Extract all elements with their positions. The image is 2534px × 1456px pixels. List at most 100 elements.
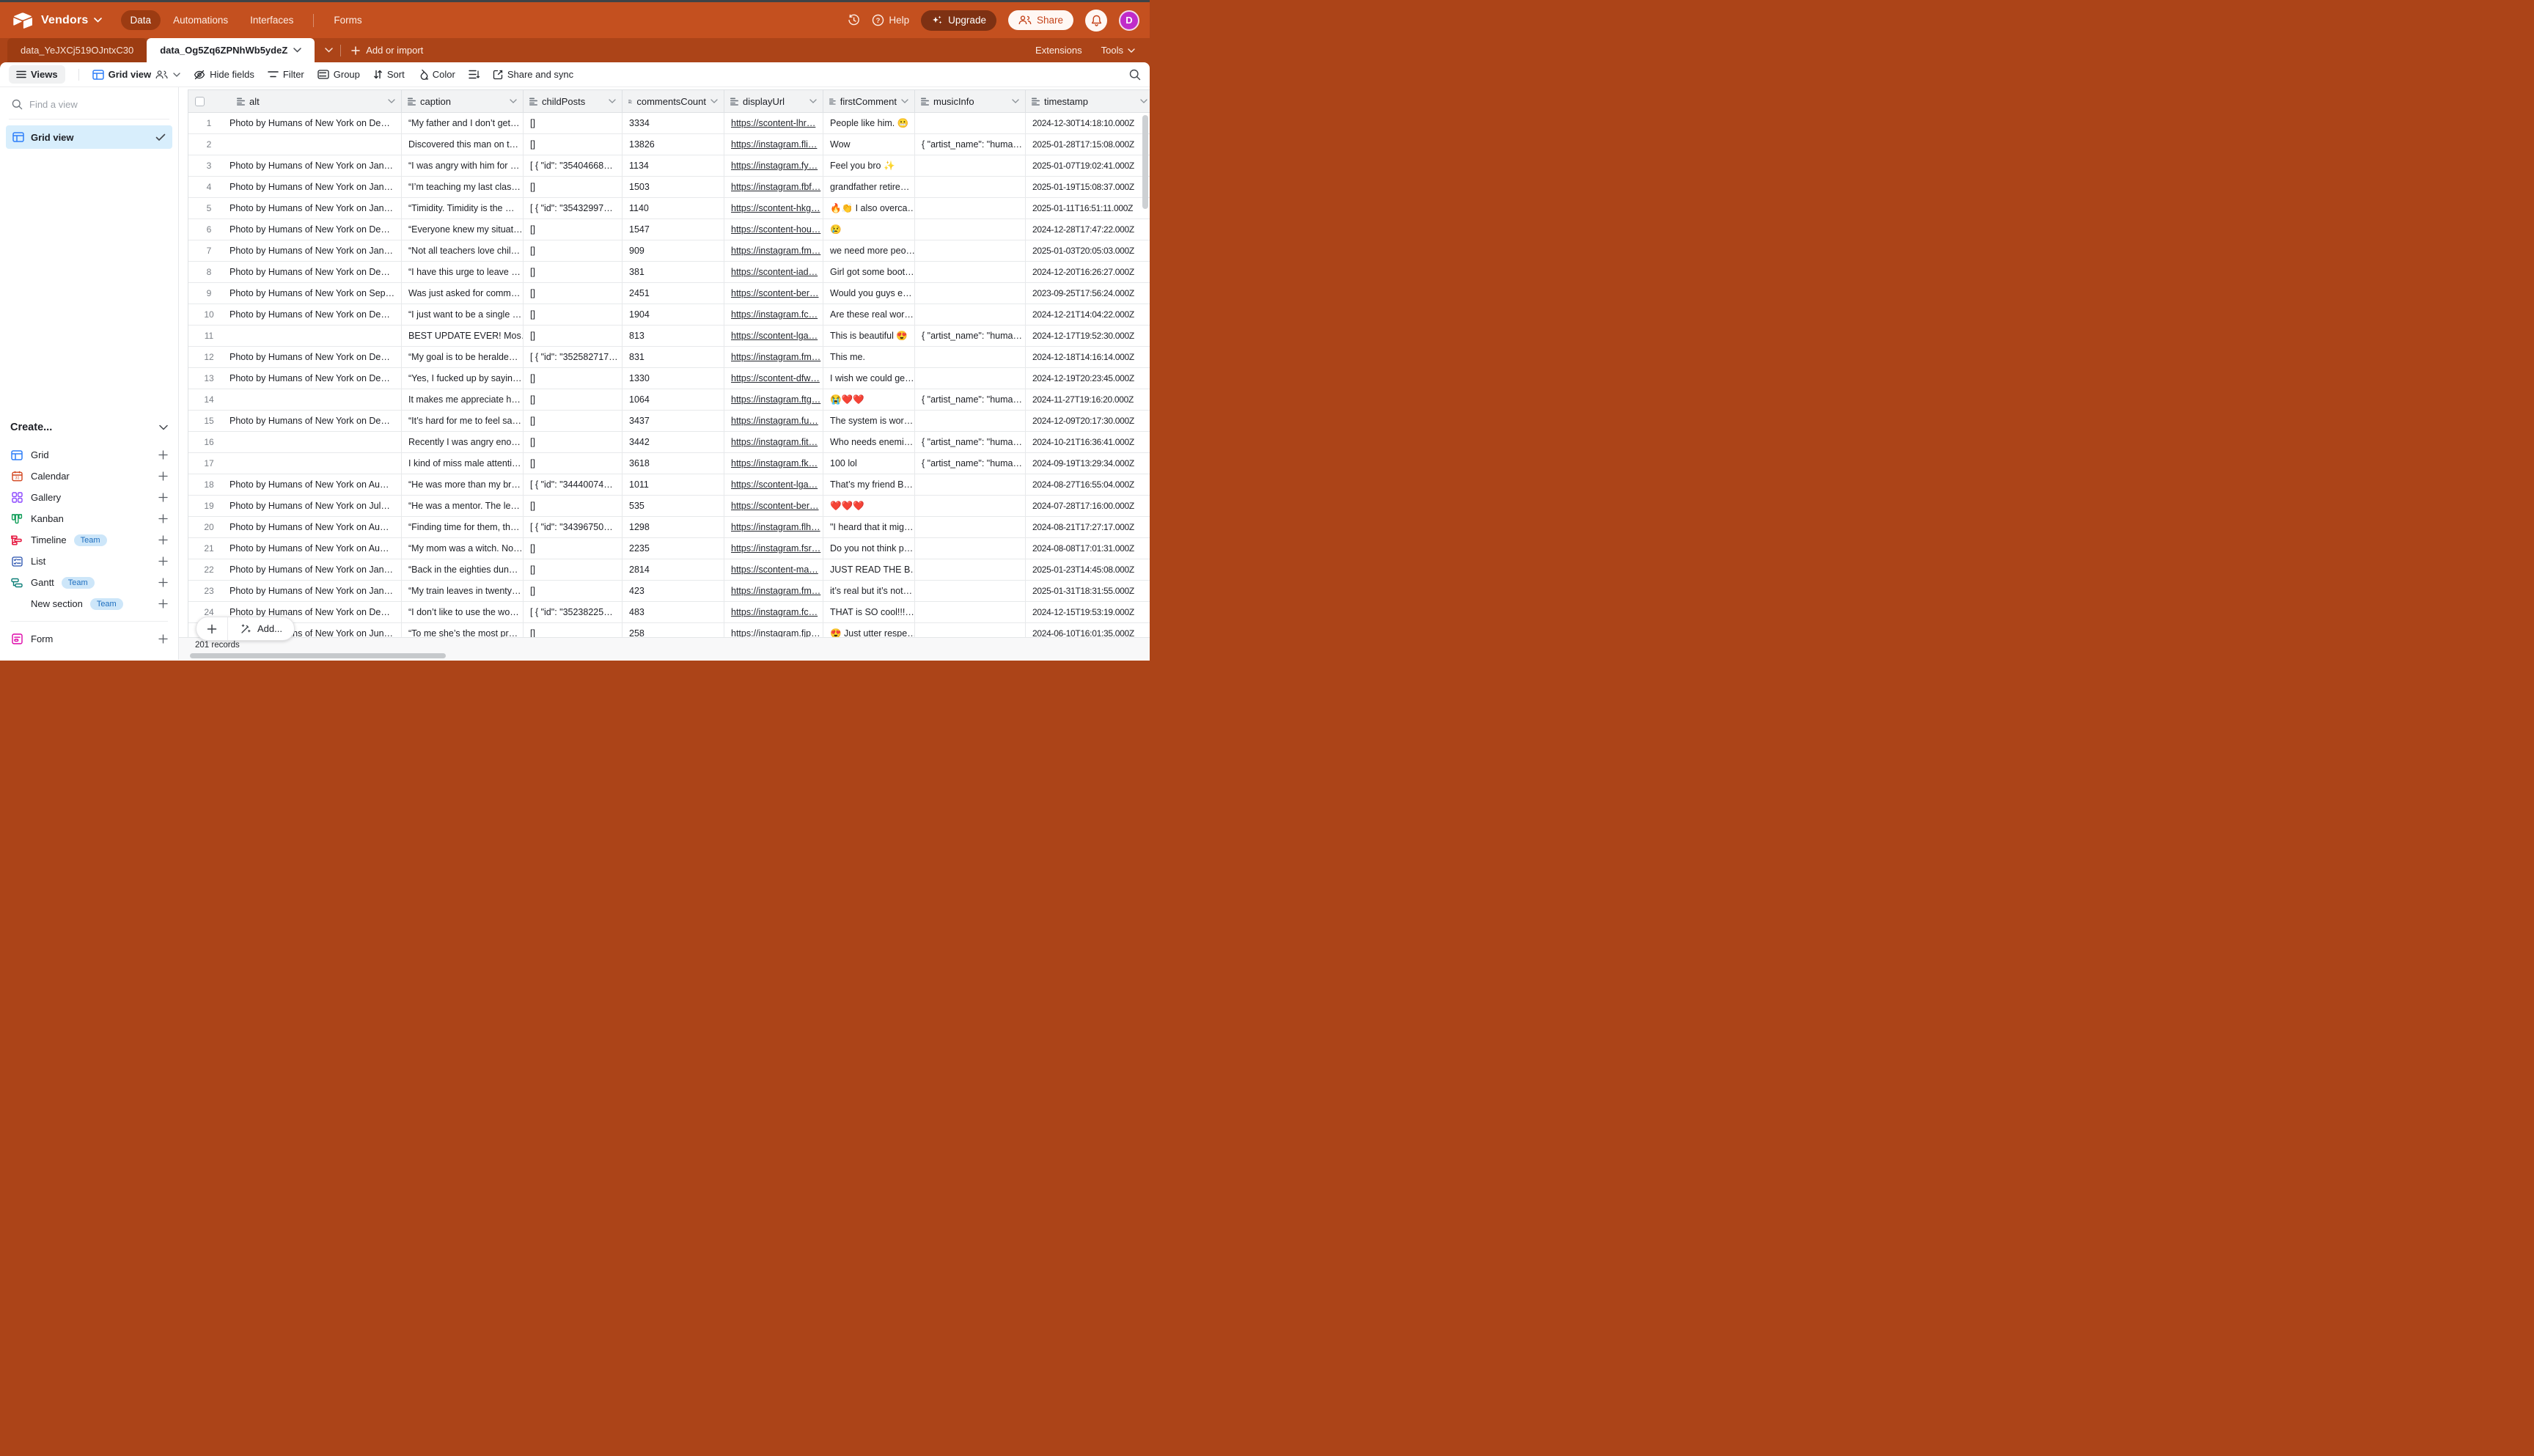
cell-childPosts[interactable]: [] [524,177,623,198]
cell-timestamp[interactable]: 2024-12-20T16:26:27.000Z [1026,262,1150,283]
row-number[interactable]: 13 [188,373,229,383]
cell-childPosts[interactable]: [] [524,326,623,347]
column-header-musicInfo[interactable]: musicInfo [915,90,1026,113]
cell-displayUrl[interactable]: https://instagram.fm… [724,581,823,602]
table-tab-active[interactable]: data_Og5Zq6ZPNhWb5ydeZ [147,38,315,62]
column-header-menu[interactable] [510,99,517,103]
cell-caption[interactable]: “My train leaves in twenty… [402,581,524,602]
create-item-gantt[interactable]: GanttTeam [10,572,168,593]
cell-firstComment[interactable]: we need more peo… [823,240,915,262]
create-section-header[interactable]: Create... [10,416,168,438]
cell-caption[interactable]: BEST UPDATE EVER! Mos… [402,326,524,347]
notifications-button[interactable] [1085,10,1107,32]
column-header-displayUrl[interactable]: displayUrl [724,90,823,113]
nav-item-data[interactable]: Data [121,10,161,30]
nav-item-forms[interactable]: Forms [324,10,371,30]
cell-firstComment[interactable]: Feel you bro ✨ [823,155,915,177]
cell-musicInfo[interactable] [915,283,1026,304]
cell-caption[interactable]: “Everyone knew my situat… [402,219,524,240]
color-button[interactable]: Color [418,69,455,80]
cell-caption[interactable]: “It’s hard for me to feel sa… [402,411,524,432]
cell-caption[interactable]: Discovered this man on t… [402,134,524,155]
column-header-timestamp[interactable]: timestamp [1026,90,1150,113]
cell-commentsCount[interactable]: 1503 [623,177,724,198]
row-number[interactable]: 17 [188,458,229,468]
history-button[interactable] [848,14,860,26]
cell-displayUrl[interactable]: https://instagram.fk… [724,453,823,474]
cell-firstComment[interactable]: ❤️❤️❤️ [823,496,915,517]
help-button[interactable]: ? Help [872,14,909,26]
cell-commentsCount[interactable]: 813 [623,326,724,347]
cell-caption[interactable]: “I just want to be a single … [402,304,524,326]
cell-displayUrl[interactable]: https://instagram.fm… [724,347,823,368]
cell-musicInfo[interactable] [915,474,1026,496]
cell-childPosts[interactable]: [] [524,432,623,453]
cell-firstComment[interactable]: Do you not think p… [823,538,915,559]
cell-alt[interactable]: 14 [188,389,402,411]
find-view-input[interactable] [29,99,139,110]
cell-childPosts[interactable]: [] [524,283,623,304]
sidebar-view-grid-view[interactable]: Grid view [6,125,172,149]
cell-caption[interactable]: “Back in the eighties dun… [402,559,524,581]
cell-musicInfo[interactable] [915,177,1026,198]
cell-caption[interactable]: “He was a mentor. The le… [402,496,524,517]
column-header-menu[interactable] [710,99,718,103]
row-number[interactable]: 16 [188,437,229,447]
cell-childPosts[interactable]: [] [524,411,623,432]
cell-alt[interactable]: 9Photo by Humans of New York on Sep… [188,283,402,304]
add-or-import-button[interactable]: Add or import [351,38,423,62]
create-item-timeline[interactable]: TimelineTeam [10,529,168,551]
cell-caption[interactable]: “Timidity. Timidity is the … [402,198,524,219]
cell-displayUrl[interactable]: https://instagram.fli… [724,134,823,155]
cell-childPosts[interactable]: [] [524,240,623,262]
cell-commentsCount[interactable]: 2451 [623,283,724,304]
cell-commentsCount[interactable]: 2235 [623,538,724,559]
plus-icon[interactable] [158,450,168,460]
cell-timestamp[interactable]: 2024-11-27T19:16:20.000Z [1026,389,1150,411]
cell-musicInfo[interactable]: { "artist_name": "huma… [915,134,1026,155]
cell-commentsCount[interactable]: 3437 [623,411,724,432]
cell-firstComment[interactable]: I wish we could ge… [823,368,915,389]
cell-childPosts[interactable]: [] [524,134,623,155]
cell-alt[interactable]: 10Photo by Humans of New York on De… [188,304,402,326]
cell-timestamp[interactable]: 2025-01-23T14:45:08.000Z [1026,559,1150,581]
cell-timestamp[interactable]: 2024-12-19T20:23:45.000Z [1026,368,1150,389]
cell-caption[interactable]: Recently I was angry eno… [402,432,524,453]
cell-commentsCount[interactable]: 1134 [623,155,724,177]
cell-firstComment[interactable]: 100 lol [823,453,915,474]
cell-alt[interactable]: 23Photo by Humans of New York on Jan… [188,581,402,602]
cell-caption[interactable]: “My goal is to be heralde… [402,347,524,368]
tab-list-dropdown[interactable] [325,38,333,62]
plus-icon[interactable] [158,578,168,587]
cell-timestamp[interactable]: 2025-01-03T20:05:03.000Z [1026,240,1150,262]
cell-alt[interactable]: 11 [188,326,402,347]
sort-button[interactable]: Sort [373,69,405,80]
row-number[interactable]: 4 [188,182,229,192]
cell-caption[interactable]: “He was more than my br… [402,474,524,496]
row-number[interactable]: 19 [188,501,229,511]
workspace-switcher[interactable]: Vendors [41,14,102,27]
cell-childPosts[interactable]: [] [524,538,623,559]
cell-childPosts[interactable]: [] [524,389,623,411]
search-button[interactable] [1129,69,1141,81]
cell-firstComment[interactable]: Are these real wor… [823,304,915,326]
cell-musicInfo[interactable] [915,219,1026,240]
cell-childPosts[interactable]: [] [524,262,623,283]
group-button[interactable]: Group [317,69,360,80]
column-header-caption[interactable]: caption [402,90,524,113]
cell-displayUrl[interactable]: https://scontent-lga… [724,474,823,496]
cell-commentsCount[interactable]: 535 [623,496,724,517]
cell-childPosts[interactable]: [ { "id": "34440074… [524,474,623,496]
row-number[interactable]: 7 [188,246,229,256]
views-toggle-button[interactable]: Views [9,65,65,84]
cell-commentsCount[interactable]: 1140 [623,198,724,219]
column-header-childPosts[interactable]: childPosts [524,90,623,113]
row-number[interactable]: 21 [188,543,229,554]
cell-childPosts[interactable]: [] [524,496,623,517]
cell-musicInfo[interactable] [915,347,1026,368]
add-record-button[interactable] [197,617,227,640]
cell-displayUrl[interactable]: https://scontent-ber… [724,283,823,304]
row-number[interactable]: 18 [188,479,229,490]
row-height-button[interactable] [469,70,480,79]
cell-musicInfo[interactable]: { "artist_name": "huma… [915,432,1026,453]
